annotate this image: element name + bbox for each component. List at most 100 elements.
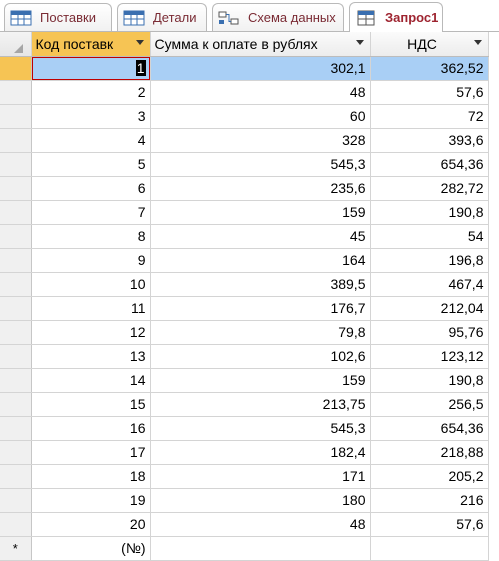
cell-code[interactable]: 15 [31, 392, 151, 417]
cell-vat[interactable]: 654,36 [370, 416, 489, 441]
cell-code[interactable]: 12 [31, 320, 151, 345]
cell-vat[interactable]: 256,5 [370, 392, 489, 417]
cell-vat[interactable]: 393,6 [370, 128, 489, 153]
column-header-sum[interactable]: Сумма к оплате в рублях [150, 32, 371, 57]
cell-code[interactable]: 3 [31, 104, 151, 129]
cell-sum[interactable]: 302,1 [150, 56, 371, 81]
cell-vat[interactable]: 205,2 [370, 464, 489, 489]
table-row[interactable]: 18 171 205,2 [0, 464, 489, 489]
cell-vat[interactable]: 218,88 [370, 440, 489, 465]
row-selector[interactable] [0, 128, 32, 153]
table-row[interactable]: 3 60 72 [0, 104, 489, 129]
cell-code[interactable]: 13 [31, 344, 151, 369]
cell-sum[interactable]: 180 [150, 488, 371, 513]
new-record-vat-cell[interactable] [370, 536, 489, 561]
new-record-sum-cell[interactable] [150, 536, 371, 561]
cell-sum[interactable]: 159 [150, 368, 371, 393]
select-all-corner[interactable] [0, 32, 32, 57]
cell-sum[interactable]: 171 [150, 464, 371, 489]
cell-code[interactable]: 7 [31, 200, 151, 225]
row-selector[interactable] [0, 224, 32, 249]
cell-code[interactable]: 1 [31, 56, 151, 81]
row-selector[interactable] [0, 464, 32, 489]
table-row[interactable]: 9 164 196,8 [0, 248, 489, 273]
cell-vat[interactable]: 57,6 [370, 80, 489, 105]
cell-vat[interactable]: 654,36 [370, 152, 489, 177]
column-header-vat[interactable]: НДС [370, 32, 489, 57]
cell-vat[interactable]: 216 [370, 488, 489, 513]
cell-vat[interactable]: 362,52 [370, 56, 489, 81]
cell-vat[interactable]: 72 [370, 104, 489, 129]
table-row[interactable]: 1 302,1 362,52 [0, 56, 489, 81]
cell-code[interactable]: 20 [31, 512, 151, 537]
cell-code[interactable]: 8 [31, 224, 151, 249]
row-selector[interactable] [0, 176, 32, 201]
tab-zapros1[interactable]: Запрос1 [349, 2, 443, 32]
row-selector[interactable] [0, 104, 32, 129]
cell-sum[interactable]: 159 [150, 200, 371, 225]
table-row[interactable]: 13 102,6 123,12 [0, 344, 489, 369]
column-header-code[interactable]: Код поставк [31, 32, 151, 57]
cell-code[interactable]: 11 [31, 296, 151, 321]
table-row[interactable]: 19 180 216 [0, 488, 489, 513]
row-selector[interactable] [0, 440, 32, 465]
cell-sum[interactable]: 328 [150, 128, 371, 153]
cell-vat[interactable]: 282,72 [370, 176, 489, 201]
table-row[interactable]: 5 545,3 654,36 [0, 152, 489, 177]
cell-code[interactable]: 4 [31, 128, 151, 153]
new-record-code-cell[interactable]: (№) [31, 536, 151, 561]
table-row[interactable]: 16 545,3 654,36 [0, 416, 489, 441]
cell-code[interactable]: 9 [31, 248, 151, 273]
row-selector[interactable] [0, 368, 32, 393]
row-selector[interactable] [0, 344, 32, 369]
cell-vat[interactable]: 196,8 [370, 248, 489, 273]
cell-vat[interactable]: 57,6 [370, 512, 489, 537]
row-selector[interactable] [0, 488, 32, 513]
cell-sum[interactable]: 545,3 [150, 152, 371, 177]
table-row[interactable]: 14 159 190,8 [0, 368, 489, 393]
cell-code[interactable]: 14 [31, 368, 151, 393]
cell-code[interactable]: 10 [31, 272, 151, 297]
cell-sum[interactable]: 48 [150, 80, 371, 105]
cell-code[interactable]: 19 [31, 488, 151, 513]
table-row[interactable]: 11 176,7 212,04 [0, 296, 489, 321]
cell-sum[interactable]: 48 [150, 512, 371, 537]
tab-schema[interactable]: Схема данных [212, 3, 344, 31]
cell-code[interactable]: 5 [31, 152, 151, 177]
dropdown-arrow-icon[interactable] [355, 40, 364, 45]
row-selector[interactable] [0, 392, 32, 417]
cell-vat[interactable]: 190,8 [370, 200, 489, 225]
cell-code[interactable]: 16 [31, 416, 151, 441]
row-selector[interactable] [0, 56, 32, 81]
table-row[interactable]: 12 79,8 95,76 [0, 320, 489, 345]
cell-code[interactable]: 2 [31, 80, 151, 105]
cell-sum[interactable]: 389,5 [150, 272, 371, 297]
cell-sum[interactable]: 235,6 [150, 176, 371, 201]
table-row[interactable]: 8 45 54 [0, 224, 489, 249]
row-selector[interactable] [0, 272, 32, 297]
row-selector[interactable] [0, 416, 32, 441]
dropdown-arrow-icon[interactable] [135, 40, 144, 45]
cell-sum[interactable]: 176,7 [150, 296, 371, 321]
cell-sum[interactable]: 545,3 [150, 416, 371, 441]
row-selector[interactable] [0, 320, 32, 345]
cell-code[interactable]: 6 [31, 176, 151, 201]
tab-detali[interactable]: Детали [117, 3, 207, 31]
cell-sum[interactable]: 182,4 [150, 440, 371, 465]
cell-vat[interactable]: 54 [370, 224, 489, 249]
cell-vat[interactable]: 95,76 [370, 320, 489, 345]
new-record-icon[interactable]: * [0, 536, 32, 561]
table-row[interactable]: 10 389,5 467,4 [0, 272, 489, 297]
table-row[interactable]: 2 48 57,6 [0, 80, 489, 105]
table-row[interactable]: 6 235,6 282,72 [0, 176, 489, 201]
cell-sum[interactable]: 164 [150, 248, 371, 273]
cell-sum[interactable]: 60 [150, 104, 371, 129]
cell-vat[interactable]: 212,04 [370, 296, 489, 321]
row-selector[interactable] [0, 152, 32, 177]
cell-sum[interactable]: 79,8 [150, 320, 371, 345]
table-row[interactable]: 7 159 190,8 [0, 200, 489, 225]
cell-code[interactable]: 18 [31, 464, 151, 489]
cell-sum[interactable]: 45 [150, 224, 371, 249]
row-selector[interactable] [0, 80, 32, 105]
row-selector[interactable] [0, 248, 32, 273]
